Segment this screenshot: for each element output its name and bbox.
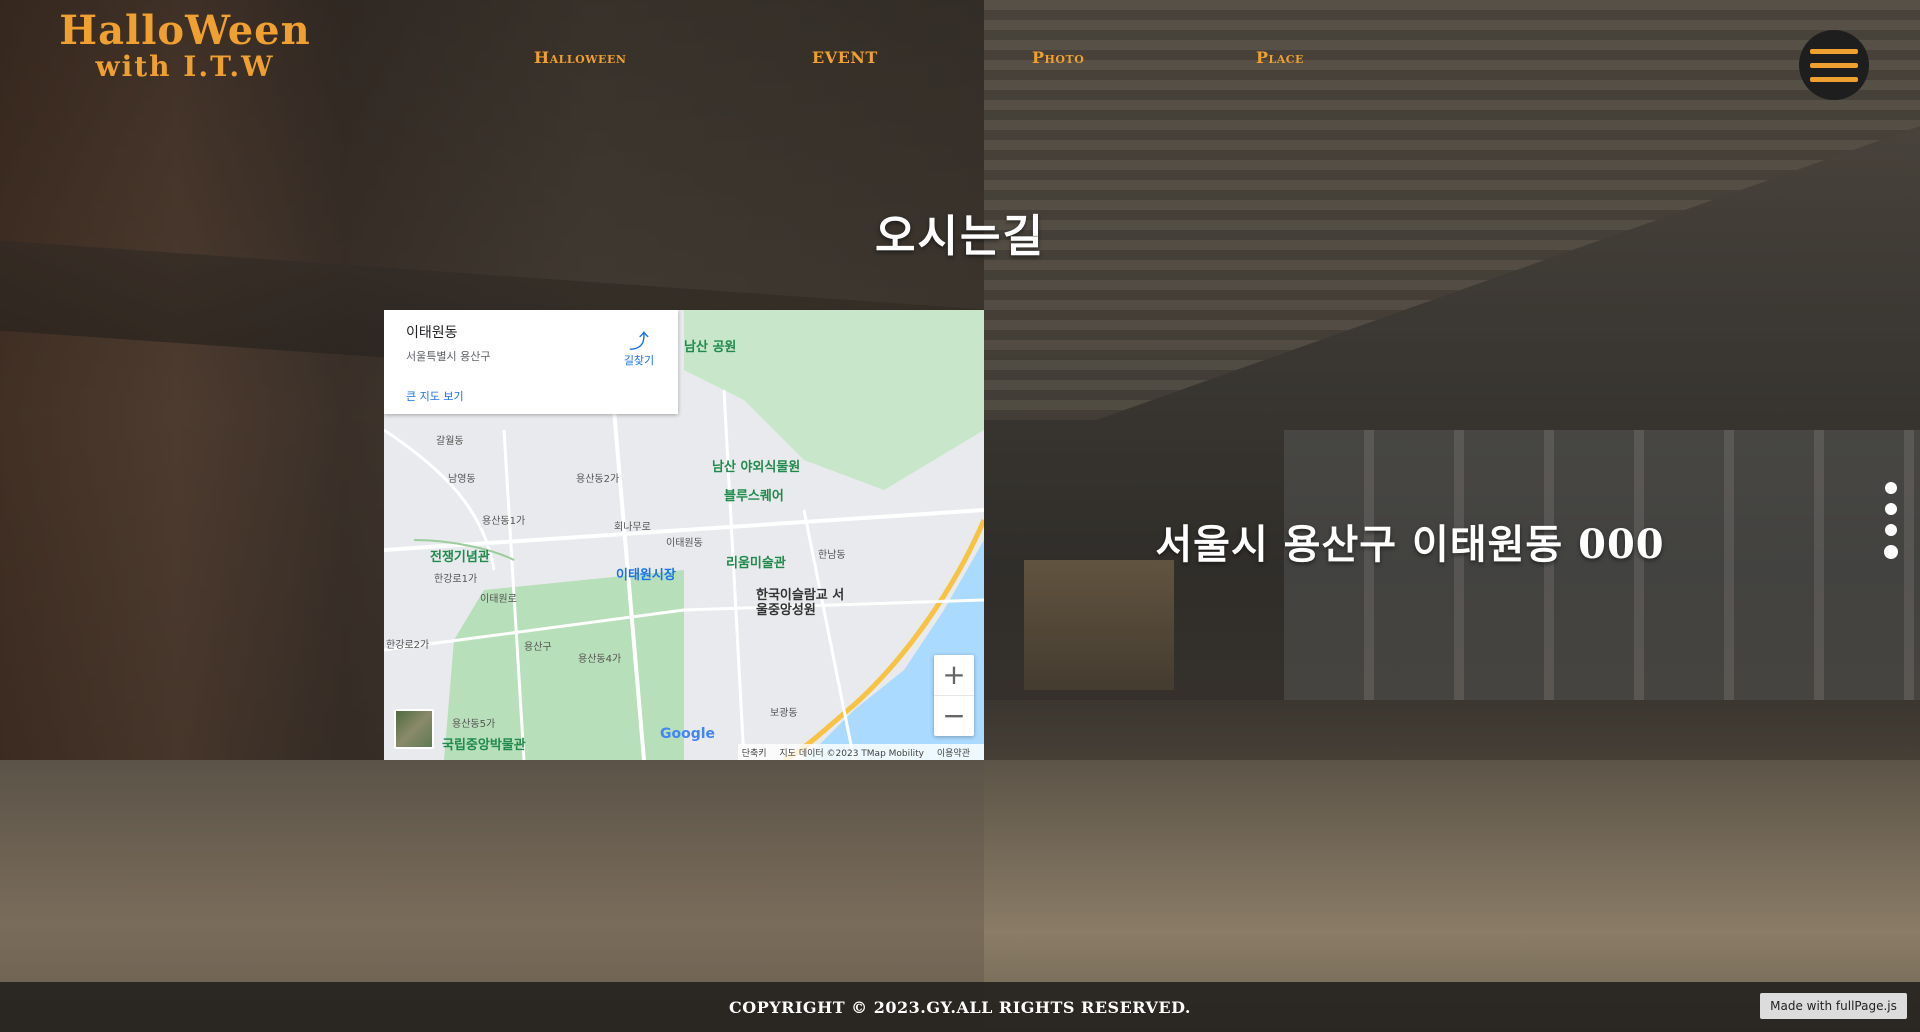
attribution-terms-link[interactable]: 이용약관: [937, 749, 970, 759]
map-label-yongsan-1ga: 용산동1가: [482, 516, 526, 527]
map-label-hoenamuro: 회나무로: [614, 522, 651, 533]
google-logo: Google: [660, 726, 716, 742]
footer: COPYRIGHT © 2023.GY.ALL RIGHTS RESERVED.: [0, 982, 1920, 1032]
attribution-data-text: 지도 데이터 ©2023 TMap Mobility: [779, 749, 924, 759]
attribution-shortcuts-link[interactable]: 단축키: [742, 749, 767, 759]
map-label-islamic-center: 한국이슬람교 서울중앙성원: [756, 588, 845, 618]
logo-title: HalloWeen: [59, 7, 311, 54]
satellite-toggle-button[interactable]: [394, 709, 434, 749]
zoom-in-button[interactable]: +: [934, 655, 974, 695]
place-info-card: 이태원동 서울특별시 용산구 ⤴ 길찾기 큰 지도 보기: [384, 310, 678, 414]
map-label-yongsan-gu: 용산구: [524, 642, 552, 653]
zoom-control: + −: [934, 655, 974, 736]
nav-event[interactable]: EVENT: [812, 48, 878, 67]
address-text: 서울시 용산구 이태원동 000: [1155, 521, 1665, 568]
map-attribution: 단축키 지도 데이터 ©2023 TMap Mobility 이용약관: [737, 744, 984, 760]
zoom-out-button[interactable]: −: [934, 695, 974, 735]
map-label-war-memorial: 전쟁기념관: [430, 550, 490, 565]
map-label-national-museum: 국립중앙박물관: [442, 738, 526, 753]
map-label-namsan-garden: 남산 야외식물원: [712, 460, 801, 475]
map-label-galwol: 갈월동: [436, 436, 464, 447]
section-title: 오시는길: [875, 211, 1045, 262]
copyright-text: COPYRIGHT © 2023.GY.ALL RIGHTS RESERVED.: [729, 998, 1191, 1017]
map-label-hangangro-2ga: 한강로2가: [386, 640, 430, 651]
map-label-itaewon-market: 이태원시장: [616, 568, 676, 583]
map-label-yongsan-4ga: 용산동4가: [578, 654, 622, 665]
map-label-itaewon-dong: 이태원동: [666, 538, 703, 549]
nav-halloween[interactable]: Halloween: [534, 48, 626, 67]
hamburger-menu-button[interactable]: [1799, 30, 1869, 100]
map-label-namyeong: 남영동: [448, 474, 476, 485]
pagination-dot-active[interactable]: [1884, 545, 1898, 559]
pagination-dot[interactable]: [1885, 524, 1897, 536]
map-label-hannam: 한남동: [818, 550, 846, 561]
map-label-yongsan-2ga: 용산동2가: [576, 474, 620, 485]
map-label-bogwang: 보광동: [770, 708, 798, 719]
map-label-namsan-park: 남산 공원: [684, 340, 737, 355]
hamburger-line: [1810, 62, 1858, 68]
fullpage-credit-link[interactable]: Made with fullPage.js: [1760, 993, 1907, 1019]
directions-icon: ⤴: [629, 329, 649, 353]
larger-map-link[interactable]: 큰 지도 보기: [406, 388, 464, 404]
map-label-itaewonro: 이태원로: [480, 594, 517, 605]
google-map-embed[interactable]: 남산 공원 남산 야외식물원 블루스퀘어 리움미술관 전쟁기념관 이태원시장 한…: [384, 310, 984, 760]
pagination-dot[interactable]: [1885, 482, 1897, 494]
hamburger-line: [1810, 48, 1858, 54]
hamburger-line: [1810, 76, 1858, 82]
directions-button[interactable]: ⤴ 길찾기: [614, 330, 664, 368]
pagination-dot[interactable]: [1885, 503, 1897, 515]
map-label-yongsan-5ga: 용산동5가: [452, 719, 496, 730]
nav-place[interactable]: Place: [1256, 48, 1304, 67]
map-label-hangangro-1ga: 한강로1가: [434, 574, 478, 585]
section-pagination: [1884, 482, 1898, 568]
nav-photo[interactable]: Photo: [1032, 48, 1084, 67]
main-nav: Halloween EVENT Photo Place: [0, 48, 1920, 72]
directions-label: 길찾기: [623, 354, 655, 367]
map-label-blue-square: 블루스퀘어: [724, 489, 784, 504]
map-label-leeum: 리움미술관: [726, 556, 786, 571]
